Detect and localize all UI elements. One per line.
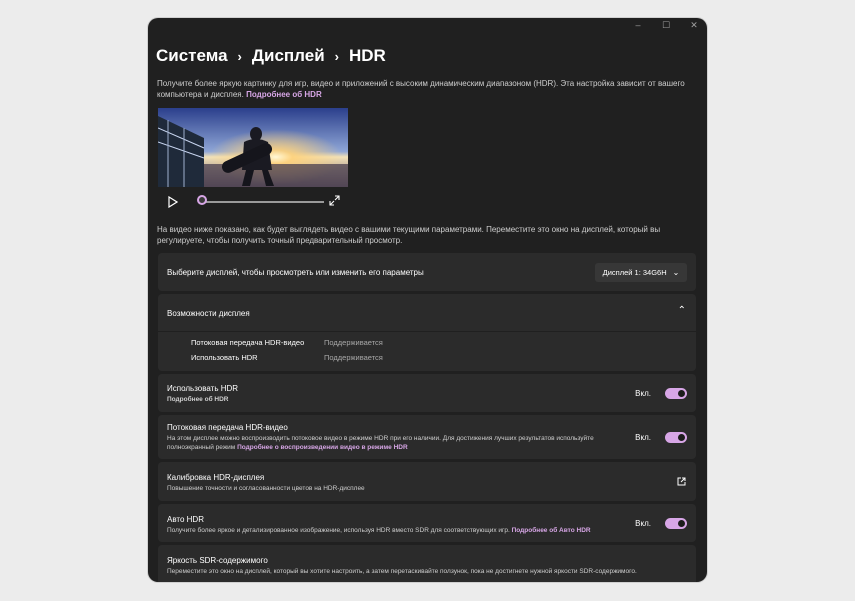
play-icon[interactable] — [168, 196, 178, 208]
capability-value: Поддерживается — [324, 338, 383, 347]
display-dropdown-value: Дисплей 1: 34G6H — [602, 268, 667, 277]
breadcrumb-system[interactable]: Система — [156, 46, 228, 66]
display-select-label: Выберите дисплей, чтобы просмотреть или … — [167, 268, 424, 277]
chevron-right-icon: › — [334, 48, 339, 64]
sdr-brightness-description: Переместите это окно на дисплей, который… — [167, 568, 637, 575]
video-progress-thumb[interactable] — [197, 195, 207, 205]
use-hdr-learn-more-link[interactable]: Подробнее об HDR — [167, 395, 228, 404]
use-hdr-state: Вкл. — [635, 389, 651, 398]
use-hdr-toggle[interactable] — [665, 388, 687, 399]
breadcrumb-hdr: HDR — [349, 46, 386, 65]
video-frame — [158, 108, 348, 187]
chevron-right-icon: › — [237, 48, 242, 64]
calibration-description: Повышение точности и согласованности цве… — [167, 485, 365, 492]
capability-value: Поддерживается — [324, 353, 383, 362]
auto-hdr-toggle[interactable] — [665, 518, 687, 529]
display-select-card: Выберите дисплей, чтобы просмотреть или … — [158, 253, 696, 291]
hdr-streaming-toggle-group: Вкл. — [635, 432, 687, 443]
use-hdr-toggle-group: Вкл. — [635, 388, 687, 399]
capability-name: Потоковая передача HDR-видео — [191, 338, 305, 347]
settings-window: – ☐ ✕ Система › Дисплей › HDR Получите б… — [148, 18, 707, 582]
auto-hdr-toggle-group: Вкл. — [635, 518, 687, 529]
hdr-streaming-description: На этом дисплее можно воспроизводить пот… — [167, 434, 635, 452]
learn-more-hdr-link[interactable]: Подробнее об HDR — [246, 90, 322, 99]
video-description: На видео ниже показано, как будет выгляд… — [157, 225, 661, 245]
auto-hdr-learn-more-link[interactable]: Подробнее об Авто HDR — [512, 527, 591, 534]
hdr-calibration-card[interactable]: Калибровка HDR-дисплея Повышение точност… — [158, 462, 696, 501]
intro-description: Получите более яркую картинку для игр, в… — [157, 79, 685, 99]
auto-hdr-description: Получите более яркое и детализированное … — [167, 526, 591, 535]
window-controls: – ☐ ✕ — [633, 18, 699, 32]
fullscreen-icon[interactable] — [329, 195, 340, 206]
breadcrumb: Система › Дисплей › HDR — [156, 46, 386, 66]
capability-name: Использовать HDR — [191, 353, 258, 362]
auto-hdr-state: Вкл. — [635, 519, 651, 528]
chevron-up-icon[interactable]: ⌃ — [678, 305, 686, 316]
hdr-streaming-title: Потоковая передача HDR-видео — [167, 423, 288, 432]
maximize-icon[interactable]: ☐ — [661, 20, 671, 30]
intro-text: Получите более яркую картинку для игр, в… — [157, 78, 687, 100]
hdr-streaming-state: Вкл. — [635, 433, 651, 442]
display-capabilities-card: Возможности дисплея ⌃ Потоковая передача… — [158, 294, 696, 371]
sdr-brightness-title: Яркость SDR-содержимого — [167, 556, 268, 565]
hdr-streaming-card: Потоковая передача HDR-видео На этом дис… — [158, 415, 696, 459]
use-hdr-title: Использовать HDR — [167, 384, 239, 393]
external-link-icon[interactable] — [677, 477, 686, 486]
hdr-preview-video — [158, 108, 348, 187]
auto-hdr-card: Авто HDR Получите более яркое и детализи… — [158, 504, 696, 542]
chevron-down-icon: ⌄ — [672, 268, 680, 277]
auto-hdr-title: Авто HDR — [167, 515, 204, 524]
breadcrumb-display[interactable]: Дисплей — [252, 46, 325, 66]
auto-hdr-desc-text: Получите более яркое и детализированное … — [167, 527, 510, 534]
calibration-title: Калибровка HDR-дисплея — [167, 473, 265, 482]
display-dropdown[interactable]: Дисплей 1: 34G6H ⌄ — [595, 263, 687, 282]
video-progress-track[interactable] — [202, 201, 324, 203]
capabilities-header[interactable]: Возможности дисплея ⌃ — [158, 294, 696, 332]
video-controls — [158, 194, 348, 210]
capabilities-title: Возможности дисплея — [167, 309, 250, 318]
sdr-brightness-card: Яркость SDR-содержимого Переместите это … — [158, 545, 696, 582]
minimize-icon[interactable]: – — [633, 20, 643, 30]
use-hdr-card: Использовать HDR Подробнее об HDR Вкл. — [158, 374, 696, 412]
hdr-streaming-toggle[interactable] — [665, 432, 687, 443]
hdr-streaming-learn-more-link[interactable]: Подробнее о воспроизведении видео в режи… — [237, 444, 408, 451]
close-icon[interactable]: ✕ — [689, 20, 699, 30]
